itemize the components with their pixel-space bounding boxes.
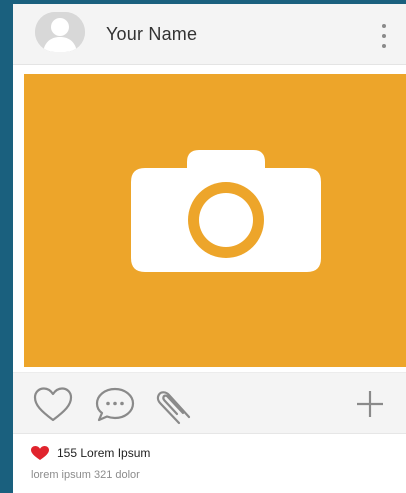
post-header: Your Name	[13, 4, 406, 65]
plus-icon[interactable]	[353, 387, 387, 421]
likes-count[interactable]: 155 Lorem Ipsum	[57, 446, 150, 460]
likes-row: 155 Lorem Ipsum	[30, 445, 150, 461]
action-bar	[13, 372, 406, 434]
user-placeholder-icon	[35, 12, 85, 52]
post-caption: lorem ipsum 321 dolor	[31, 469, 140, 481]
post-card: Your Name 155 Lorem Ipsum lorem ipsum 32…	[13, 4, 406, 493]
chat-bubble-icon[interactable]	[93, 385, 137, 425]
post-image[interactable]	[24, 74, 406, 367]
vertical-dots-icon[interactable]	[378, 20, 390, 54]
heart-outline-icon[interactable]	[31, 385, 75, 425]
author-name[interactable]: Your Name	[106, 24, 197, 45]
camera-icon	[131, 150, 321, 272]
screen: Your Name 155 Lorem Ipsum lorem ipsum 32…	[0, 0, 406, 493]
heart-filled-icon[interactable]	[30, 445, 50, 461]
avatar[interactable]	[35, 12, 85, 52]
paperclip-icon[interactable]	[153, 385, 199, 425]
